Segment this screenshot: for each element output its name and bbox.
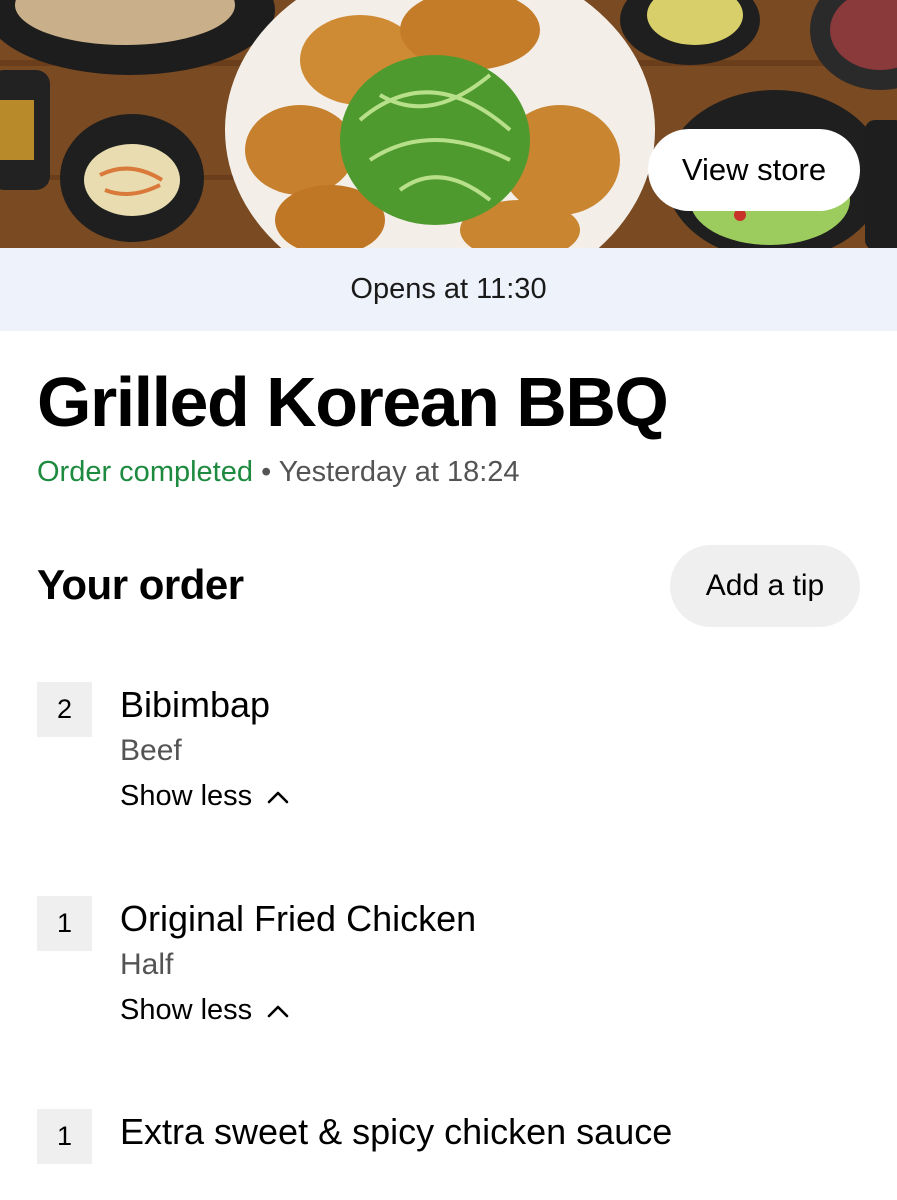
item-quantity: 1 — [37, 896, 92, 951]
view-store-button[interactable]: View store — [648, 129, 860, 211]
order-item: 1 Original Fried Chicken Half Show less — [37, 896, 867, 1036]
item-quantity: 1 — [37, 1109, 92, 1164]
item-name: Extra sweet & spicy chicken sauce — [120, 1111, 673, 1152]
show-less-label: Show less — [120, 780, 253, 812]
show-less-label: Show less — [120, 994, 253, 1026]
status-separator: • — [261, 456, 272, 488]
order-status-text: Order completed — [37, 456, 253, 488]
show-less-toggle[interactable]: Show less — [120, 994, 290, 1027]
your-order-heading: Your order — [37, 561, 244, 608]
order-item: 1 Extra sweet & spicy chicken sauce — [37, 1109, 867, 1169]
chevron-up-icon — [267, 791, 289, 803]
order-status-line: Order completed • Yesterday at 18:24 — [37, 456, 520, 489]
opening-time-text: Opens at 11:30 — [350, 273, 547, 305]
order-item: 2 Bibimbap Beef Show less — [37, 682, 867, 822]
chevron-up-icon — [267, 1005, 289, 1017]
show-less-toggle[interactable]: Show less — [120, 780, 290, 813]
add-tip-button[interactable]: Add a tip — [670, 545, 860, 627]
item-option: Half — [120, 948, 174, 981]
store-hero-image: View store — [0, 0, 897, 248]
item-quantity: 2 — [37, 682, 92, 737]
item-name: Bibimbap — [120, 684, 271, 725]
store-name-title: Grilled Korean BBQ — [37, 363, 669, 441]
item-option: Beef — [120, 734, 182, 767]
item-name: Original Fried Chicken — [120, 898, 477, 939]
order-time-text: Yesterday at 18:24 — [278, 456, 520, 488]
opening-time-banner: Opens at 11:30 — [0, 248, 897, 331]
